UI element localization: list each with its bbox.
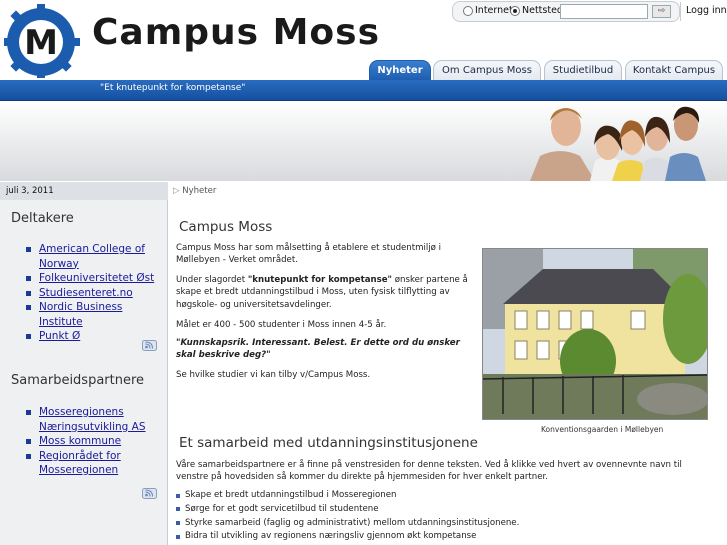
partners-heading: Samarbeidspartnere <box>11 373 145 388</box>
search-input[interactable] <box>560 4 648 19</box>
sidebar: Deltakere American College of Norway Fol… <box>0 200 168 545</box>
participant-link[interactable]: Studiesenteret.no <box>26 286 167 301</box>
current-date: juli 3, 2011 <box>6 186 54 196</box>
rss-feed-icon[interactable] <box>142 340 157 351</box>
banner-students-image <box>530 106 706 181</box>
radio-site[interactable] <box>510 6 520 16</box>
photo-caption: Konventionsgaarden i Møllebyen <box>541 425 664 434</box>
radio-site-label[interactable]: Nettsted <box>522 5 563 16</box>
section-title: Et samarbeid med utdanningsinstitusjonen… <box>179 435 478 451</box>
breadcrumb: ▷ Nyheter <box>173 186 216 196</box>
participant-link[interactable]: American College of Norway <box>26 242 167 271</box>
breadcrumb-arrow-icon: ▷ <box>173 186 180 196</box>
site-header: M Campus Moss Internett Nettsted ⇨ Logg … <box>0 0 727 81</box>
login-link[interactable]: Logg inn <box>686 5 727 16</box>
tab-studietilbud[interactable]: Studietilbud <box>544 60 622 81</box>
tab-om-campus-moss[interactable]: Om Campus Moss <box>433 60 541 81</box>
search-box: Internett Nettsted ⇨ <box>452 1 680 22</box>
partner-link[interactable]: Moss kommune <box>26 434 167 449</box>
participant-link[interactable]: Nordic Business Institute <box>26 300 167 329</box>
list-item: Sørge for et godt servicetilbud til stud… <box>176 503 519 517</box>
rss-feed-icon[interactable] <box>142 488 157 499</box>
goal-paragraph: Målet er 400 - 500 studenter i Moss inne… <box>176 320 387 330</box>
search-arrow-icon[interactable]: ⇨ <box>652 5 671 18</box>
participant-link[interactable]: Folkeuniversitetet Øst <box>26 271 167 286</box>
slogan-bold: "knutepunkt for kompetanse" <box>247 275 393 285</box>
participants-heading: Deltakere <box>11 211 74 226</box>
participants-list: American College of Norway Folkeuniversi… <box>26 242 167 344</box>
tab-kontakt-campus[interactable]: Kontakt Campus <box>625 60 723 81</box>
goals-list: Skape et bredt utdanningstilbud i Mosser… <box>176 489 519 544</box>
partners-list: Mosseregionens Næringsutvikling AS Moss … <box>26 405 167 478</box>
slogan-prefix: Under slagordet <box>176 275 248 285</box>
tab-nyheter[interactable]: Nyheter <box>369 60 431 81</box>
partner-link[interactable]: Mosseregionens Næringsutvikling AS <box>26 405 167 434</box>
slogan: "Et knutepunkt for kompetanse" <box>100 83 246 93</box>
quote-paragraph: "Kunnskapsrik. Interessant. Belest. Er d… <box>176 338 460 361</box>
site-title[interactable]: Campus Moss <box>92 12 380 53</box>
partner-link[interactable]: Regionrådet for Mosseregionen <box>26 449 167 478</box>
logo-gear-icon[interactable]: M <box>4 4 82 78</box>
slogan-paragraph: Under slagordet "knutepunkt for kompetan… <box>176 274 476 311</box>
page-title: Campus Moss <box>179 219 273 235</box>
list-item: Bidra til utvikling av regionens nærings… <box>176 530 519 544</box>
logo-letter: M <box>24 23 58 63</box>
list-item: Skape et bredt utdanningstilbud i Mosser… <box>176 489 519 503</box>
divider <box>680 2 681 21</box>
section-paragraph: Våre samarbeidspartnere er å finne på ve… <box>176 460 682 483</box>
breadcrumb-item[interactable]: Nyheter <box>182 186 216 196</box>
date-bar: juli 3, 2011 <box>0 182 168 200</box>
intro-paragraph: Campus Moss har som målsetting å etabler… <box>176 243 442 266</box>
banner <box>0 101 727 181</box>
radio-internet[interactable] <box>463 6 473 16</box>
studies-paragraph[interactable]: Se hvilke studier vi kan tilby v/Campus … <box>176 369 476 381</box>
nav-bar: "Et knutepunkt for kompetanse" <box>0 80 727 101</box>
building-photo <box>482 248 708 420</box>
list-item: Styrke samarbeid (faglig og administrati… <box>176 517 519 531</box>
